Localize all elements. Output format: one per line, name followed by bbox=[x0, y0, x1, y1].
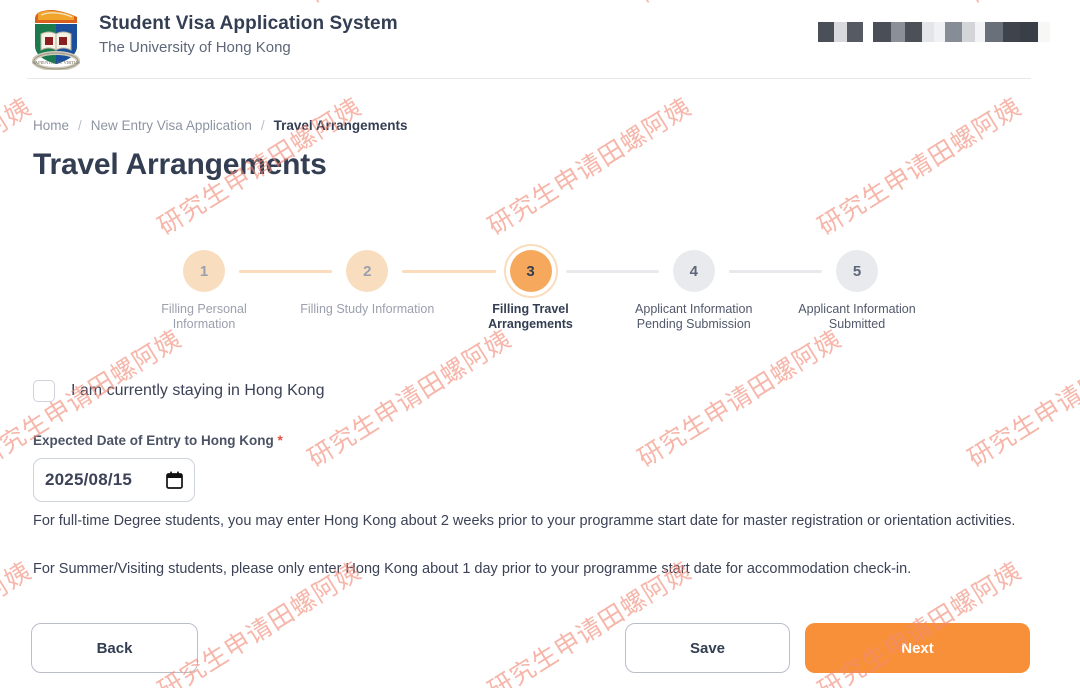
breadcrumb-separator: / bbox=[78, 118, 82, 133]
step-label-1: Filling Personal Information bbox=[161, 302, 247, 331]
breadcrumb-item-home[interactable]: Home bbox=[33, 118, 69, 133]
redacted-block bbox=[891, 22, 905, 42]
redacted-block bbox=[962, 22, 975, 42]
step-label-2: Filling Study Information bbox=[300, 302, 435, 316]
application-page: SAPIENTIA ET VIRTUS Student Visa Applica… bbox=[0, 0, 1080, 688]
step-label-3: Filling Travel Arrangements bbox=[488, 302, 573, 331]
watermark-text: 研究生申请田螺阿姨 bbox=[813, 93, 1027, 241]
entry-date-label: Expected Date of Entry to Hong Kong * bbox=[33, 433, 283, 448]
page-header: SAPIENTIA ET VIRTUS Student Visa Applica… bbox=[0, 0, 1080, 79]
back-button[interactable]: Back bbox=[31, 623, 198, 673]
progress-stepper: 1 2 3 4 5 Filling Personal Information Fillin… bbox=[161, 250, 916, 345]
redacted-block bbox=[1003, 22, 1020, 42]
page-title: Travel Arrangements bbox=[33, 148, 327, 181]
note-degree-students: For full-time Degree students, you may e… bbox=[33, 513, 1016, 529]
step-circle-4[interactable]: 4 bbox=[672, 250, 715, 292]
redacted-block bbox=[905, 22, 922, 42]
step-circle-1[interactable]: 1 bbox=[183, 250, 225, 292]
step-number: 2 bbox=[363, 262, 372, 280]
staying-in-hk-checkbox[interactable] bbox=[33, 380, 55, 402]
entry-date-input[interactable]: 2025/08/15 bbox=[33, 458, 195, 502]
redacted-block bbox=[975, 22, 985, 42]
redacted-block bbox=[945, 22, 962, 42]
step-circle-5[interactable]: 5 bbox=[836, 250, 878, 292]
redacted-block bbox=[818, 22, 834, 42]
step-number: 3 bbox=[526, 262, 535, 280]
brand-subtitle: The University of Hong Kong bbox=[99, 39, 291, 56]
svg-text:SAPIENTIA ET VIRTUS: SAPIENTIA ET VIRTUS bbox=[32, 60, 80, 65]
step-number: 4 bbox=[689, 262, 698, 280]
step-circle-3[interactable]: 3 bbox=[509, 250, 552, 292]
redacted-block bbox=[834, 22, 847, 42]
step-connector bbox=[565, 270, 659, 273]
redacted-account-area[interactable] bbox=[818, 22, 1050, 42]
redacted-block bbox=[934, 22, 945, 42]
header-divider bbox=[27, 78, 1031, 79]
hku-crest-icon: SAPIENTIA ET VIRTUS bbox=[27, 8, 85, 71]
redacted-block bbox=[863, 22, 873, 42]
redacted-block bbox=[922, 22, 934, 42]
save-button[interactable]: Save bbox=[625, 623, 790, 673]
redacted-block bbox=[847, 22, 863, 42]
step-connector bbox=[402, 270, 496, 273]
step-connector bbox=[239, 270, 333, 273]
brand-block[interactable]: SAPIENTIA ET VIRTUS Student Visa Applica… bbox=[27, 8, 398, 71]
step-number: 5 bbox=[852, 262, 862, 280]
step-label-4: Applicant Information Pending Submission bbox=[635, 302, 753, 331]
required-marker: * bbox=[277, 433, 283, 448]
step-connector bbox=[728, 270, 822, 273]
redacted-block bbox=[1038, 22, 1050, 42]
step-number: 1 bbox=[199, 262, 209, 280]
next-button[interactable]: Next bbox=[805, 623, 1030, 673]
step-circle-2[interactable]: 2 bbox=[346, 250, 389, 292]
redacted-block bbox=[1020, 22, 1038, 42]
calendar-icon[interactable] bbox=[166, 471, 183, 489]
step-label-5: Applicant Information Submitted bbox=[798, 302, 916, 331]
redacted-block bbox=[873, 22, 891, 42]
breadcrumb-separator: / bbox=[260, 118, 265, 133]
watermark-text: 研究生申请田螺阿姨 bbox=[963, 325, 1080, 473]
entry-date-value[interactable]: 2025/08/15 bbox=[45, 470, 166, 490]
staying-in-hk-row[interactable]: I am currently staying in Hong Kong bbox=[33, 380, 324, 402]
staying-in-hk-label: I am currently staying in Hong Kong bbox=[71, 382, 325, 399]
entry-date-label-text: Expected Date of Entry to Hong Kong bbox=[33, 433, 274, 448]
breadcrumb: Home / New Entry Visa Application / Travel A… bbox=[33, 118, 407, 133]
brand-title: Student Visa Application System bbox=[99, 13, 398, 34]
watermark-text: 研究生申请田螺阿姨 bbox=[0, 93, 37, 241]
note-summer-students: For Summer/Visiting students, please onl… bbox=[33, 561, 912, 577]
redacted-block bbox=[985, 22, 1003, 42]
breadcrumb-item-travel-arrangements: Travel Arrangements bbox=[273, 118, 408, 133]
breadcrumb-item-new-entry-visa-application[interactable]: New Entry Visa Application bbox=[91, 118, 252, 133]
watermark-text: 研究生申请田螺阿姨 bbox=[483, 93, 697, 241]
